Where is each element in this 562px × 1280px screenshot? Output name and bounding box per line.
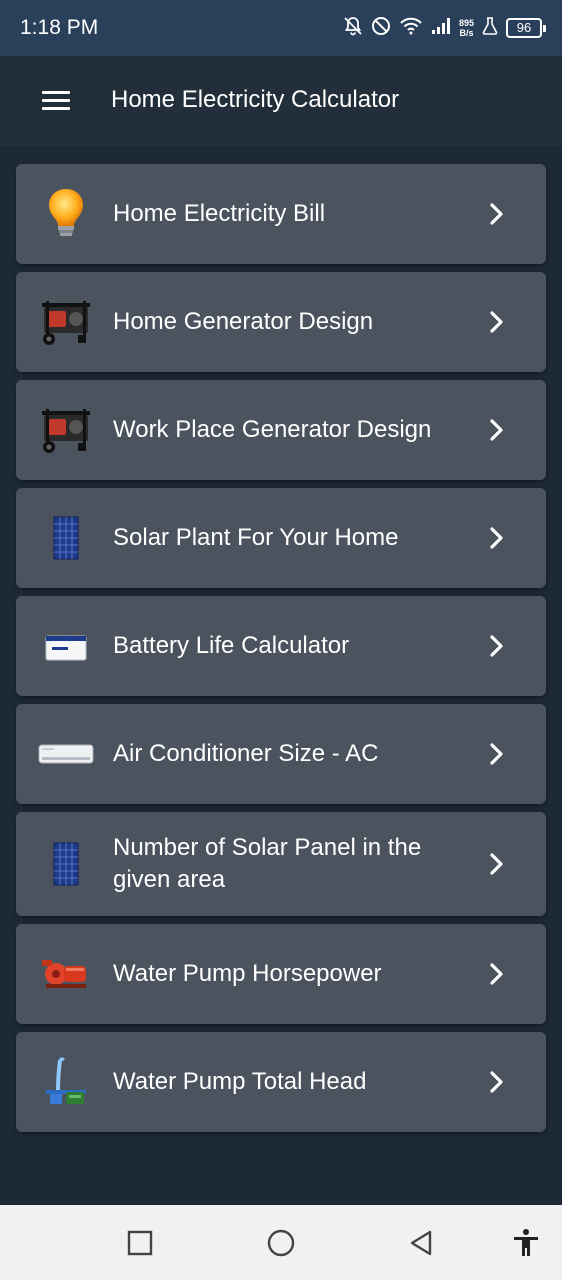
- generator-icon: [38, 294, 94, 350]
- hamburger-menu-icon[interactable]: [42, 91, 70, 111]
- chevron-right-icon: [490, 311, 503, 333]
- menu-item-air-conditioner-size[interactable]: Air Conditioner Size - AC: [16, 704, 546, 804]
- chevron-right-icon: [490, 1071, 503, 1093]
- pump-head-icon: [38, 1054, 94, 1110]
- status-time: 1:18 PM: [20, 16, 99, 39]
- water-pump-icon: [38, 946, 94, 1002]
- menu-item-label: Home Generator Design: [113, 308, 374, 335]
- recents-square-icon[interactable]: [124, 1227, 156, 1259]
- do-not-disturb-icon: [371, 16, 391, 41]
- menu-item-home-electricity-bill[interactable]: Home Electricity Bill: [16, 164, 546, 264]
- net-speed-unit: B/s: [459, 28, 474, 38]
- menu-item-label: Solar Plant For Your Home: [113, 524, 399, 551]
- back-triangle-icon[interactable]: [405, 1227, 437, 1259]
- chevron-right-icon: [490, 963, 503, 985]
- menu-item-solar-plant[interactable]: Solar Plant For Your Home: [16, 488, 546, 588]
- menu-item-water-pump-total-head[interactable]: Water Pump Total Head: [16, 1032, 546, 1132]
- wifi-icon: [399, 16, 423, 41]
- signal-icon: [431, 16, 451, 41]
- light-bulb-icon: [38, 186, 94, 242]
- accessibility-icon[interactable]: [510, 1227, 542, 1259]
- net-speed: 895 B/s: [459, 18, 474, 38]
- menu-item-number-of-solar-panel[interactable]: Number of Solar Panel in the given area: [16, 812, 546, 916]
- lab-icon: [482, 16, 498, 40]
- home-circle-icon[interactable]: [265, 1227, 297, 1259]
- battery-level: 96: [506, 18, 542, 38]
- chevron-right-icon: [490, 635, 503, 657]
- system-nav-bar: [0, 1205, 562, 1280]
- menu-list: Home Electricity Bill Home Generator Des…: [16, 164, 546, 1140]
- menu-item-label: Battery Life Calculator: [113, 632, 350, 659]
- app-bar: Home Electricity Calculator: [0, 56, 562, 146]
- chevron-right-icon: [490, 527, 503, 549]
- status-icons: 895 B/s 96: [343, 14, 546, 42]
- menu-item-battery-life-calculator[interactable]: Battery Life Calculator: [16, 596, 546, 696]
- menu-item-label: Water Pump Horsepower: [113, 960, 382, 987]
- menu-item-label: Air Conditioner Size - AC: [113, 740, 379, 767]
- battery-icon: [38, 618, 94, 674]
- chevron-right-icon: [490, 853, 503, 875]
- chevron-right-icon: [490, 419, 503, 441]
- solar-panel-icon: [38, 836, 94, 892]
- menu-item-label: Number of Solar Panel in the given area: [113, 834, 422, 893]
- menu-item-work-place-generator-design[interactable]: Work Place Generator Design: [16, 380, 546, 480]
- solar-panel-icon: [38, 510, 94, 566]
- status-bar: 1:18 PM 895 B/s 96: [0, 0, 562, 56]
- menu-item-label: Water Pump Total Head: [113, 1068, 367, 1095]
- chevron-right-icon: [490, 743, 503, 765]
- menu-item-water-pump-horsepower[interactable]: Water Pump Horsepower: [16, 924, 546, 1024]
- air-conditioner-icon: [38, 726, 94, 782]
- battery-tip: [543, 24, 546, 32]
- notifications-off-icon: [343, 16, 363, 41]
- net-speed-value: 895: [458, 18, 474, 28]
- menu-item-home-generator-design[interactable]: Home Generator Design: [16, 272, 546, 372]
- page-title: Home Electricity Calculator: [111, 86, 400, 113]
- generator-icon: [38, 402, 94, 458]
- menu-item-label: Work Place Generator Design: [113, 416, 432, 443]
- menu-item-label: Home Electricity Bill: [113, 200, 326, 227]
- chevron-right-icon: [490, 203, 503, 225]
- battery-indicator: 96: [506, 18, 546, 38]
